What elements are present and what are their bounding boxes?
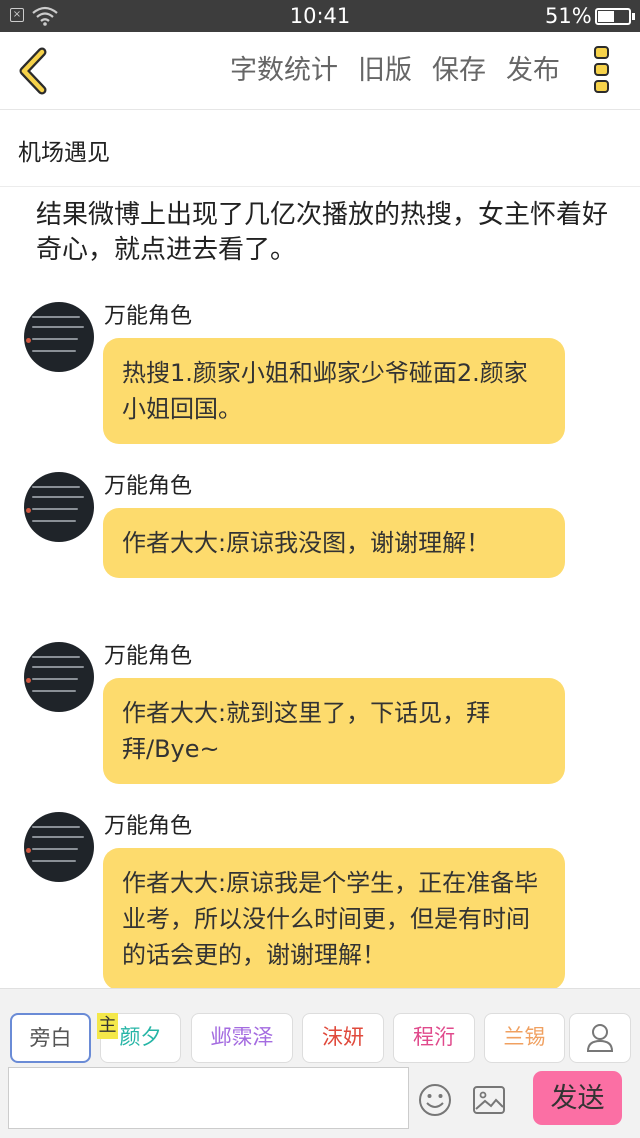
save-button[interactable]: 保存: [432, 52, 486, 90]
publish-button[interactable]: 发布: [506, 52, 560, 90]
role-chip-lanxi[interactable]: 兰锡: [484, 1013, 565, 1063]
battery-percent: 51%: [545, 4, 592, 28]
send-button[interactable]: 发送: [533, 1071, 622, 1125]
chevron-left-icon[interactable]: [14, 46, 54, 96]
role-name: 万能角色: [104, 304, 193, 329]
editor-toolbar: 字数统计 旧版 保存 发布: [0, 32, 640, 110]
status-bar: × 10:41 51%: [0, 0, 640, 32]
main-character-badge: 主: [97, 1013, 118, 1039]
person-icon: [586, 1024, 614, 1052]
message-bubble[interactable]: 作者大大:就到这里了，下话见，拜拜/Bye~: [103, 678, 565, 784]
message-input[interactable]: [8, 1067, 409, 1129]
role-chip-moyan[interactable]: 沫妍: [302, 1013, 384, 1063]
image-icon[interactable]: [472, 1084, 506, 1116]
clock: 10:41: [289, 4, 351, 28]
story-title[interactable]: 机场遇见: [18, 133, 110, 167]
input-panel: 旁白 主 颜夕 邺霂泽 沫妍 程洐 兰锡 发送: [0, 988, 640, 1138]
avatar[interactable]: [24, 812, 94, 882]
more-vertical-icon[interactable]: [594, 46, 614, 98]
message-bubble[interactable]: 作者大大:原谅我没图，谢谢理解！: [103, 508, 565, 578]
old-version-button[interactable]: 旧版: [358, 52, 412, 90]
battery-icon: [595, 8, 635, 25]
role-name: 万能角色: [104, 644, 193, 669]
message-bubble[interactable]: 作者大大:原谅我是个学生，正在准备毕业考，所以没什么时间更，但是有时间的话会更的…: [103, 848, 565, 988]
role-chip-narrator[interactable]: 旁白: [10, 1013, 91, 1063]
add-role-button[interactable]: [569, 1013, 631, 1063]
narration-text: 结果微博上出现了几亿次播放的热搜，女主怀着好奇心，就点进去看了。: [36, 200, 609, 265]
message-bubble[interactable]: 热搜1.颜家小姐和邺家少爷碰面2.颜家小姐回国。: [103, 338, 565, 444]
role-name: 万能角色: [104, 814, 193, 839]
toolbar-actions: 字数统计 旧版 保存 发布: [210, 52, 560, 90]
avatar[interactable]: [24, 302, 94, 372]
chat-list[interactable]: 万能角色 热搜1.颜家小姐和邺家少爷碰面2.颜家小姐回国。 万能角色 作者大大:…: [0, 290, 640, 988]
word-count-button[interactable]: 字数统计: [230, 52, 338, 90]
divider: [0, 186, 640, 187]
avatar[interactable]: [24, 472, 94, 542]
role-chip-yemuze[interactable]: 邺霂泽: [191, 1013, 293, 1063]
role-name: 万能角色: [104, 474, 193, 499]
role-chip-chengyan[interactable]: 程洐: [393, 1013, 475, 1063]
avatar[interactable]: [24, 642, 94, 712]
emoji-icon[interactable]: [418, 1083, 452, 1117]
